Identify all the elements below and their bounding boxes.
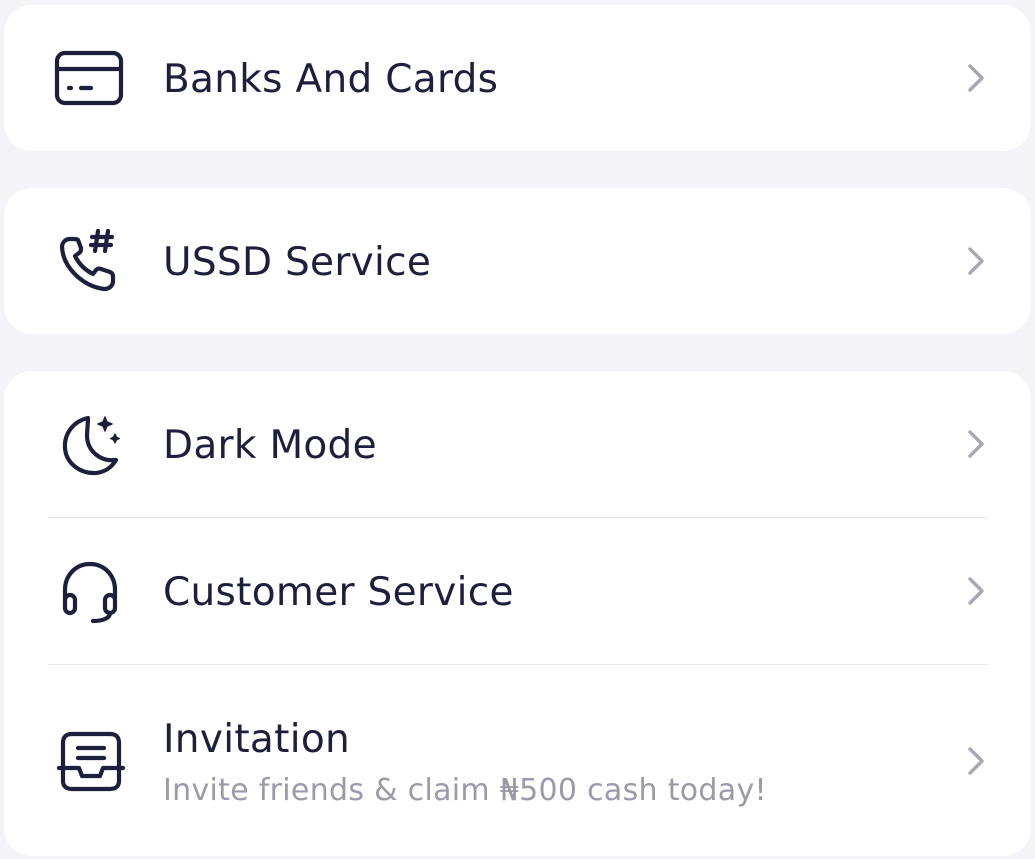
chevron-right-icon bbox=[961, 571, 991, 611]
chevron-right-icon bbox=[961, 58, 991, 98]
moon-stars-icon bbox=[52, 404, 132, 484]
inbox-tray-icon bbox=[52, 720, 132, 800]
customer-service-label: Customer Service bbox=[163, 570, 514, 615]
chevron-right-icon bbox=[961, 241, 991, 281]
ussd-service-label: USSD Service bbox=[163, 240, 432, 285]
credit-card-icon bbox=[52, 38, 132, 118]
dark-mode-item[interactable]: Dark Mode bbox=[4, 371, 1031, 517]
invitation-subtitle: Invite friends & claim ₦500 cash today! bbox=[163, 773, 767, 808]
invitation-item[interactable]: Invitation Invite friends & claim ₦500 c… bbox=[4, 665, 1031, 856]
banks-and-cards-label: Banks And Cards bbox=[163, 57, 499, 102]
chevron-right-icon bbox=[961, 741, 991, 781]
invitation-label: Invitation bbox=[163, 717, 351, 762]
ussd-service-item[interactable]: USSD Service bbox=[4, 188, 1031, 334]
dark-mode-label: Dark Mode bbox=[163, 423, 377, 468]
customer-service-item[interactable]: Customer Service bbox=[4, 518, 1031, 664]
settings-card: Dark Mode Customer Service Invitation In… bbox=[4, 371, 1031, 856]
phone-hash-icon bbox=[52, 221, 132, 301]
banks-and-cards-item[interactable]: Banks And Cards bbox=[4, 5, 1031, 151]
chevron-right-icon bbox=[961, 424, 991, 464]
headset-icon bbox=[52, 551, 132, 631]
banks-card: Banks And Cards bbox=[4, 5, 1031, 151]
ussd-card: USSD Service bbox=[4, 188, 1031, 334]
